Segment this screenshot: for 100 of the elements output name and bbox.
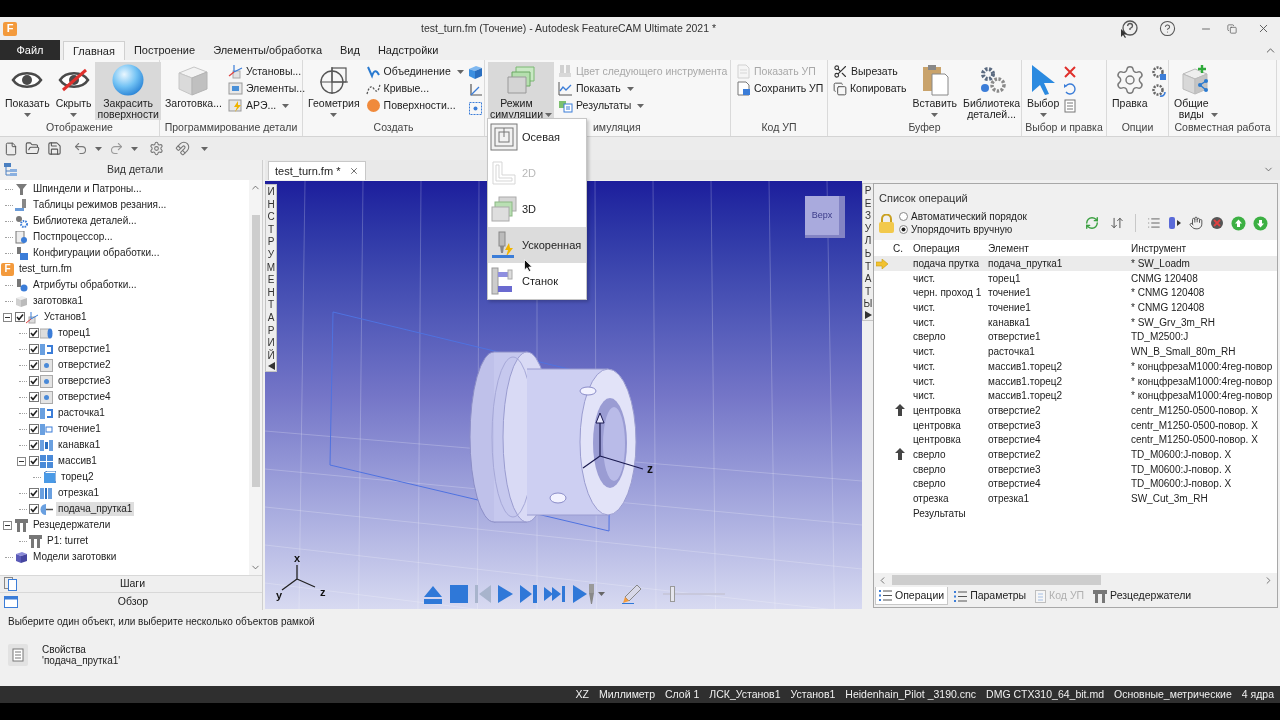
ribbon-button[interactable]: Геометрия (306, 62, 362, 120)
step-forward-icon[interactable] (520, 585, 537, 603)
rotate-icon[interactable] (1063, 82, 1078, 96)
ribbon-button[interactable]: Скрыть (53, 62, 94, 120)
column-header[interactable]: Элемент (985, 240, 1029, 256)
checkbox[interactable] (29, 376, 39, 386)
table-row[interactable]: сверло отверстие2 TD_M0600:J-повор. X (874, 446, 1277, 462)
hand-icon[interactable] (1189, 216, 1203, 230)
ribbon-button[interactable]: АРЭ... (225, 97, 292, 114)
tree-item[interactable]: test_turn.fm (17, 262, 74, 276)
table-row[interactable]: чист. массив1.торец2 * концфрезаM1000:4reg-повор (874, 358, 1277, 374)
tree-item[interactable]: торец1 (56, 326, 93, 340)
column-arrow-icon[interactable] (1168, 216, 1182, 230)
table-row[interactable]: чист. массив1.торец2 * концфрезаM1000:4reg-повор (874, 388, 1277, 403)
ribbon-button[interactable]: Общие виды (1172, 62, 1220, 120)
document-tab[interactable]: test_turn.fm * (268, 161, 367, 180)
table-row[interactable]: центровка отверстие4 centr_M1250-0500-повор. X (874, 432, 1277, 447)
table-row[interactable]: отрезка отрезка1 SW_Cut_3m_RH (874, 491, 1277, 506)
sort-icon[interactable] (1110, 216, 1124, 230)
panel-tab[interactable]: Параметры (951, 587, 1030, 605)
gear-icon[interactable] (1151, 83, 1167, 98)
menu-item[interactable]: 3D (488, 191, 586, 227)
caret-icon[interactable] (201, 146, 208, 151)
table-row[interactable]: чист. расточка1 WN_B_Small_80m_RH (874, 344, 1277, 359)
checkbox[interactable] (15, 312, 25, 322)
arrow-left-icon[interactable] (267, 362, 275, 371)
radio-label[interactable]: Автоматический порядок (911, 210, 1027, 223)
caret-icon[interactable] (95, 146, 102, 151)
close-icon[interactable] (349, 166, 360, 176)
tree-item[interactable]: Резцедержатели (31, 518, 113, 532)
tree-item[interactable]: Библиотека деталей... (31, 214, 139, 228)
minus-box-icon[interactable] (3, 312, 12, 322)
ribbon-button[interactable]: Показать (556, 80, 636, 97)
ribbon-button[interactable]: Правка (1110, 62, 1150, 120)
dock-tab[interactable]: РЕЗУЛЬТАТЫ (862, 183, 874, 321)
tree-item[interactable]: заготовка1 (31, 294, 85, 308)
ribbon-button[interactable]: Режим симуляции (488, 62, 555, 120)
table-row[interactable]: центровка отверстие3 centr_M1250-0500-повор. X (874, 417, 1277, 433)
tree-item[interactable]: отрезка1 (56, 486, 102, 500)
ribbon-button[interactable]: Библиотека деталей... (961, 62, 1023, 120)
tree-item[interactable]: Конфигурации обработки... (31, 246, 162, 260)
checkbox[interactable] (29, 424, 39, 434)
checkbox[interactable] (29, 392, 39, 402)
table-row[interactable]: чист. массив1.торец2 * концфрезаM1000:4reg-повор (874, 373, 1277, 389)
ribbon-tab[interactable]: Построение (124, 41, 205, 60)
table-row[interactable]: чист. торец1 CNMG 120408 (874, 270, 1277, 286)
ribbon-button[interactable]: Заготовка... (163, 62, 224, 120)
scrollbar-thumb[interactable] (251, 215, 260, 487)
scrollbar-thumb[interactable] (892, 575, 1101, 585)
checkbox[interactable] (29, 360, 39, 370)
ribbon-button[interactable]: Результаты (556, 97, 647, 114)
tree-item[interactable]: отверстие1 (56, 342, 113, 356)
table-row[interactable]: центровка отверстие2 centr_M1250-0500-повор. X (874, 402, 1277, 418)
tree-item[interactable]: канавка1 (56, 438, 103, 452)
panel-tab[interactable]: Операции (875, 587, 949, 605)
ribbon-button[interactable]: Поверхности... (363, 97, 458, 114)
tree-item[interactable]: точение1 (56, 422, 103, 436)
redo-icon[interactable] (109, 141, 124, 156)
ribbon-button[interactable]: Кривые... (363, 80, 432, 97)
ribbon-button[interactable]: Элементы... (225, 80, 308, 97)
column-header[interactable]: Инструмент (1128, 240, 1187, 256)
undo-icon[interactable] (73, 141, 88, 156)
list-icon[interactable] (1147, 216, 1161, 230)
file-tab[interactable]: Файл (0, 40, 60, 60)
play-icon[interactable] (498, 585, 513, 603)
restore-icon[interactable] (1227, 23, 1237, 34)
ribbon-button[interactable]: Копировать (831, 80, 909, 97)
table-row[interactable]: подача прутка подача_прутка1 * SW_Loadm (874, 256, 1277, 271)
table-row[interactable]: сверло отверстие1 TD_M2500:J (874, 329, 1277, 345)
tree-item[interactable]: торец2 (59, 470, 96, 484)
tree-item[interactable]: отверстие3 (56, 374, 113, 388)
caret-icon[interactable] (598, 592, 605, 596)
slider-thumb[interactable] (670, 586, 676, 602)
play-tool-icon[interactable] (573, 584, 597, 604)
checkbox[interactable] (29, 440, 39, 450)
tree-item[interactable]: подача_прутка1 (56, 502, 135, 516)
ribbon-tab[interactable]: Элементы/обработка (204, 41, 331, 60)
ribbon-tab[interactable]: Надстройки (368, 41, 448, 60)
new-file-icon[interactable] (4, 141, 18, 156)
radio-label[interactable]: Упорядочить вручную (911, 223, 1013, 236)
table-row[interactable]: черн. проход 1 точение1 * CNMG 120408 (874, 285, 1277, 301)
tree-item[interactable]: P1: turret (45, 534, 91, 548)
ribbon-button[interactable]: Вставить (910, 62, 960, 120)
pencil-icon[interactable] (622, 584, 642, 604)
part-model[interactable] (469, 351, 637, 523)
ribbon-button[interactable]: Вырезать (831, 63, 900, 80)
dock-tab[interactable]: ИНСТРУМЕНТАРИЙ (265, 184, 277, 373)
checkbox[interactable] (29, 328, 39, 338)
help-icon[interactable] (1159, 20, 1176, 37)
radio-button[interactable] (899, 212, 908, 221)
arrow-down-circle-icon[interactable] (1253, 215, 1268, 231)
folder-open-icon[interactable] (25, 141, 40, 156)
magnet-icon[interactable] (175, 141, 190, 156)
tree-item[interactable]: Атрибуты обработки... (31, 278, 139, 292)
menu-item[interactable]: Осевая (488, 119, 586, 155)
arrow-up-circle-icon[interactable] (1231, 215, 1246, 231)
panel-tab[interactable]: Резцедержатели (1090, 587, 1195, 605)
menu-item[interactable]: Ускоренная (488, 227, 586, 263)
tree-item[interactable]: Модели заготовки (31, 550, 119, 564)
tree-item[interactable]: Шпиндели и Патроны... (31, 182, 144, 196)
